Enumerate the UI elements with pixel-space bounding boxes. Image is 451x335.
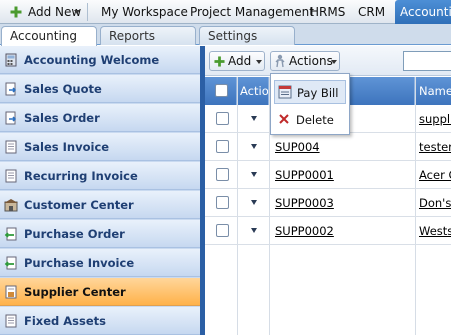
delete-label: Delete [296,113,334,127]
plus-icon [10,6,22,18]
row-action-dropdown-icon[interactable] [251,200,257,205]
table-row[interactable]: SUPP0001 Acer C [205,161,451,189]
actions-button-label: Actions [289,54,333,68]
sidebar-item-purchase-invoice[interactable]: Purchase Invoice [0,249,200,277]
sidebar-item-label: Supplier Center [24,285,126,299]
supplier-name-link[interactable]: Don's s [419,196,451,210]
sidebar: Accounting Welcome Sales Quote Sales Ord… [0,46,200,335]
row-action-dropdown-icon[interactable] [251,116,257,121]
add-new-button[interactable]: Add New [4,0,81,24]
search-input[interactable] [403,51,451,71]
tab-strip: Accounting Reports Settings [0,24,451,46]
sidebar-item-purchase-order[interactable]: Purchase Order [0,220,200,248]
table-row[interactable]: SUPP0003 Don's s [205,189,451,217]
calculator-icon [5,53,17,67]
tab-settings[interactable]: Settings [199,26,295,45]
row-action-dropdown-icon[interactable] [251,228,257,233]
sidebar-item-label: Purchase Invoice [24,256,135,270]
sidebar-item-label: Accounting Welcome [24,53,160,67]
menu-crm[interactable]: CRM [358,0,385,24]
row-checkbox[interactable] [216,168,229,181]
row-checkbox[interactable] [216,224,229,237]
supplier-name-link[interactable]: supplier [419,112,451,126]
sidebar-item-label: Customer Center [24,198,134,212]
row-action-dropdown-icon[interactable] [251,172,257,177]
row-checkbox[interactable] [216,140,229,153]
supplier-name-link[interactable]: Acer C [419,168,451,182]
chevron-down-icon [331,60,337,64]
top-menu-bar: Add New My Workspace Project Management … [0,0,451,24]
sidebar-item-label: Sales Quote [24,82,102,96]
table-row[interactable]: SUPP0002 Westsi [205,217,451,245]
supplier-name-link[interactable]: Westsi [419,224,451,238]
supplier-code-link[interactable]: SUP004 [275,140,320,154]
menu-item-delete[interactable]: Delete [274,108,346,132]
person-icon [275,54,285,68]
sidebar-item-label: Recurring Invoice [24,169,138,183]
delete-icon [279,114,289,124]
menu-my-workspace[interactable]: My Workspace [101,0,188,24]
sidebar-item-label: Sales Invoice [24,140,110,154]
sidebar-item-sales-invoice[interactable]: Sales Invoice [0,133,200,161]
supplier-code-link[interactable]: SUPP0002 [275,224,334,238]
header-name[interactable]: Name [415,77,451,105]
document-arrow-icon [5,111,17,125]
document-icon [5,140,17,154]
document-green-arrow-icon [4,227,17,241]
pay-bill-label: Pay Bill [297,86,339,100]
sidebar-item-customer-center[interactable]: Customer Center [0,191,200,219]
supplier-name-link[interactable]: tester [419,140,451,154]
supplier-icon [5,285,17,299]
menu-project-management[interactable]: Project Management [190,0,314,24]
document-icon [5,169,17,183]
sidebar-item-label: Purchase Order [24,227,125,241]
sidebar-item-recurring-invoice[interactable]: Recurring Invoice [0,162,200,190]
bill-icon [278,85,292,99]
sidebar-item-label: Sales Order [24,111,100,125]
header-action[interactable]: Action [237,77,269,105]
supplier-code-link[interactable]: SUPP0001 [275,168,334,182]
actions-button[interactable]: Actions [270,51,340,71]
building-icon [4,199,18,212]
menu-hrms[interactable]: HRMS [310,0,345,24]
sidebar-item-supplier-center[interactable]: Supplier Center [0,278,200,306]
header-select-cell [205,77,237,105]
sidebar-item-sales-quote[interactable]: Sales Quote [0,75,200,103]
supplier-code-link[interactable]: SUPP0003 [275,196,334,210]
document-icon [5,314,17,328]
add-button-label: Add [228,54,252,68]
document-green-arrow-icon [4,256,17,270]
table-row[interactable]: SUP004 tester [205,133,451,161]
sidebar-item-label: Fixed Assets [24,314,106,328]
chevron-down-icon [74,10,80,14]
select-all-checkbox[interactable] [215,84,228,97]
sidebar-item-sales-order[interactable]: Sales Order [0,104,200,132]
tab-accounting[interactable]: Accounting [1,26,97,46]
chevron-down-icon [256,60,262,64]
actions-menu: Pay Bill Delete [270,73,350,135]
row-checkbox[interactable] [216,196,229,209]
plus-icon [214,56,225,67]
tab-reports[interactable]: Reports [100,26,196,45]
document-arrow-icon [5,82,17,96]
sidebar-item-fixed-assets[interactable]: Fixed Assets [0,307,200,335]
row-checkbox[interactable] [216,112,229,125]
menu-item-pay-bill[interactable]: Pay Bill [274,80,346,104]
menu-accounting[interactable]: Accounting [395,0,451,24]
sidebar-item-accounting-welcome[interactable]: Accounting Welcome [0,46,200,74]
add-button[interactable]: Add [209,51,265,71]
row-action-dropdown-icon[interactable] [251,144,257,149]
